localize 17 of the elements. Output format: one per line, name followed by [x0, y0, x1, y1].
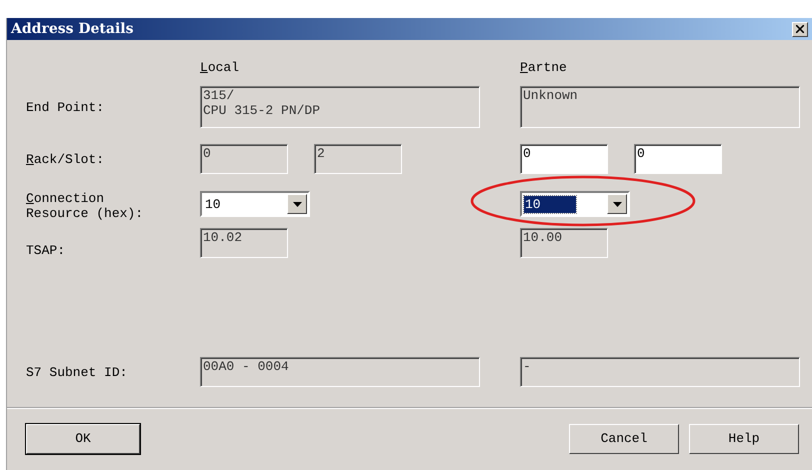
dropdown[interactable]: 10 [200, 191, 310, 217]
field-label: Connection Resource (hex): [26, 191, 144, 221]
column-heading: Local [200, 60, 240, 75]
window-title: Address Details [11, 20, 134, 38]
close-icon [796, 25, 804, 33]
field-label: TSAP: [26, 243, 66, 258]
dialog-button[interactable]: OK [26, 424, 140, 454]
dialog-button[interactable]: Cancel [569, 424, 679, 454]
close-button[interactable] [792, 22, 808, 36]
field-label: S7 Subnet ID: [26, 364, 128, 380]
field-label: End Point: [26, 100, 104, 114]
dialog-button[interactable]: Help [689, 424, 799, 454]
input-field[interactable]: 0 [520, 144, 608, 174]
dropdown[interactable]: 10 [520, 191, 630, 217]
column-heading: Partne [520, 60, 567, 75]
field-label: Rack/Slot: [26, 152, 104, 166]
input-field[interactable]: 0 [634, 144, 722, 174]
